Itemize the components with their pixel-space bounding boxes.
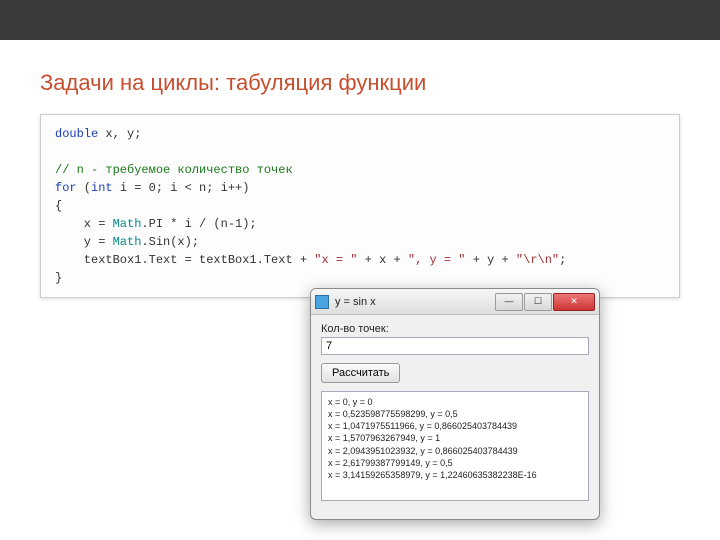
window-titlebar[interactable]: y = sin x — ☐ ✕ <box>311 289 599 315</box>
keyword-int: int <box>91 181 113 195</box>
code-text: textBox1.Text = textBox1.Text + <box>55 253 314 267</box>
maximize-button[interactable]: ☐ <box>524 293 552 311</box>
string-literal: "x = " <box>314 253 357 267</box>
slide-content: Задачи на циклы: табуляция функции doubl… <box>0 40 720 298</box>
code-text: } <box>55 271 62 285</box>
keyword-for: for <box>55 181 77 195</box>
code-text: { <box>55 199 62 213</box>
code-text: .PI * i / (n-1); <box>141 217 256 231</box>
app-window: y = sin x — ☐ ✕ Кол-во точек: Рассчитать… <box>310 288 600 520</box>
window-buttons: — ☐ ✕ <box>495 293 595 311</box>
code-text: ; <box>559 253 566 267</box>
string-literal: "\r\n" <box>516 253 559 267</box>
points-label: Кол-во точек: <box>321 323 589 335</box>
string-literal: ", y = " <box>408 253 466 267</box>
window-body: Кол-во точек: Рассчитать x = 0, y = 0 x … <box>311 315 599 507</box>
code-text: x = <box>55 217 113 231</box>
code-text: y = <box>55 235 113 249</box>
calculate-button[interactable]: Рассчитать <box>321 363 400 383</box>
code-comment: // n - требуемое количество точек <box>55 163 293 177</box>
code-block: double x, y; // n - требуемое количество… <box>40 114 680 298</box>
code-text: ( <box>77 181 91 195</box>
output-textbox[interactable]: x = 0, y = 0 x = 0,523598775598299, y = … <box>321 391 589 501</box>
slide-title: Задачи на циклы: табуляция функции <box>40 70 680 96</box>
close-button[interactable]: ✕ <box>553 293 595 311</box>
code-text: + y + <box>466 253 516 267</box>
code-text: x, y; <box>98 127 141 141</box>
code-text: + x + <box>357 253 407 267</box>
minimize-button[interactable]: — <box>495 293 523 311</box>
class-math: Math <box>113 235 142 249</box>
points-input[interactable] <box>321 337 589 355</box>
slide-topbar <box>0 0 720 40</box>
window-title: y = sin x <box>335 296 495 308</box>
code-text: .Sin(x); <box>141 235 199 249</box>
code-text: i = 0; i < n; i++) <box>113 181 250 195</box>
app-icon <box>315 295 329 309</box>
class-math: Math <box>113 217 142 231</box>
keyword-double: double <box>55 127 98 141</box>
